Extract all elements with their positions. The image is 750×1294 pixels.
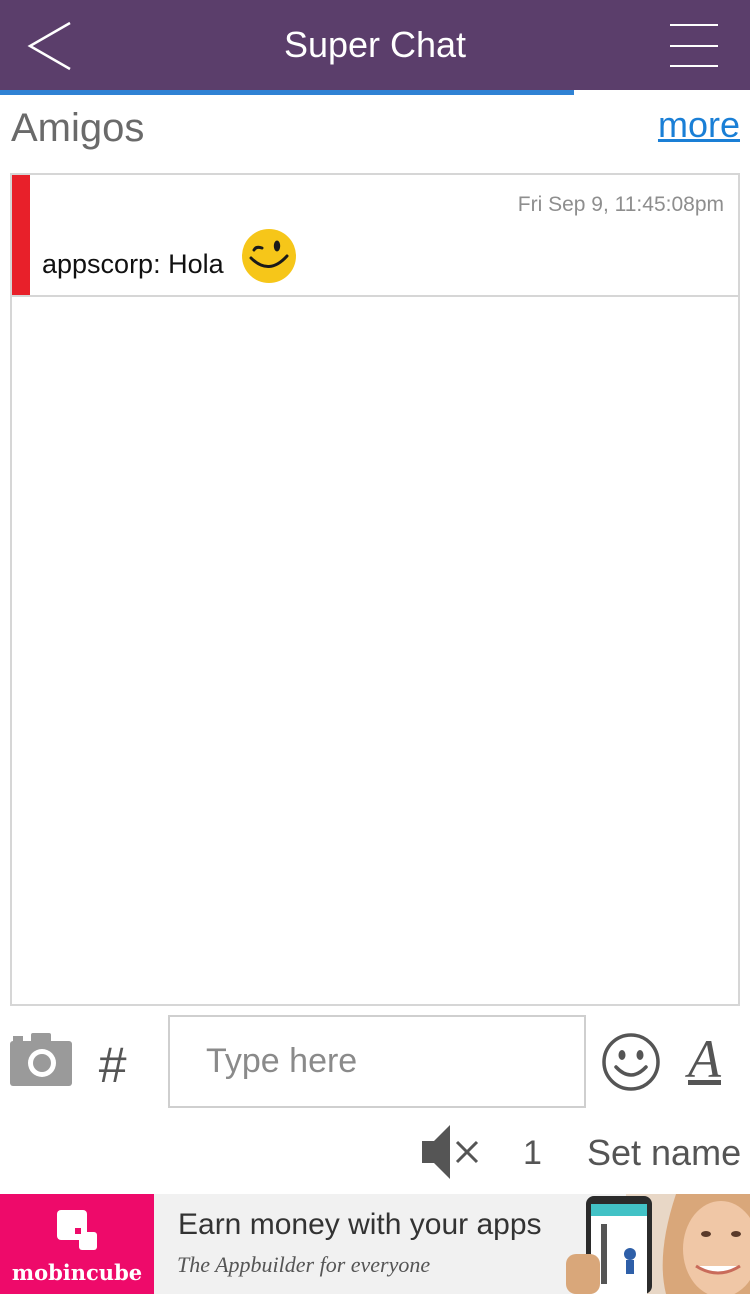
menu-button[interactable] [664,20,724,72]
mobincube-logo-icon [57,1210,97,1250]
user-count: 1 [523,1134,542,1172]
room-name: Amigos [11,106,145,150]
page-title: Super Chat [283,24,467,65]
more-link[interactable]: more [658,104,740,146]
top-app-bar: Super Chat [0,0,750,90]
back-button[interactable] [22,20,78,72]
ad-subline: The Appbuilder for everyone [177,1252,431,1277]
message-input[interactable] [168,1015,586,1108]
ad-banner[interactable]: mobincube Earn money with your apps The … [0,1194,750,1294]
chat-message-list[interactable]: Fri Sep 9, 11:45:08pm appscorp: Hola [10,173,740,1006]
font-style-button[interactable]: A [688,1028,721,1090]
message-text: appscorp: Hola [42,249,224,279]
chevron-left-icon [27,21,71,71]
camera-icon [10,1033,72,1086]
mobincube-logo: mobincube [0,1194,154,1294]
loading-progress-fill [0,90,574,95]
wink-emoji-icon [242,229,296,283]
loading-progress-bar [0,90,750,98]
hamburger-menu-icon [670,24,718,67]
mute-button[interactable] [420,1123,482,1181]
smiley-icon [602,1033,660,1091]
chat-message: Fri Sep 9, 11:45:08pm appscorp: Hola [12,175,738,297]
ad-brand-name: mobincube [11,1260,143,1285]
speaker-muted-icon [422,1125,479,1179]
set-name-button[interactable]: Set name [587,1132,741,1174]
ad-photo-image [556,1194,750,1294]
camera-button[interactable] [9,1031,73,1087]
ad-headline: Earn money with your apps [178,1208,542,1241]
emoji-picker-button[interactable] [601,1032,661,1092]
message-accent-bar [12,175,30,295]
message-timestamp: Fri Sep 9, 11:45:08pm [517,193,724,216]
hashtag-button[interactable]: # [98,1036,126,1094]
